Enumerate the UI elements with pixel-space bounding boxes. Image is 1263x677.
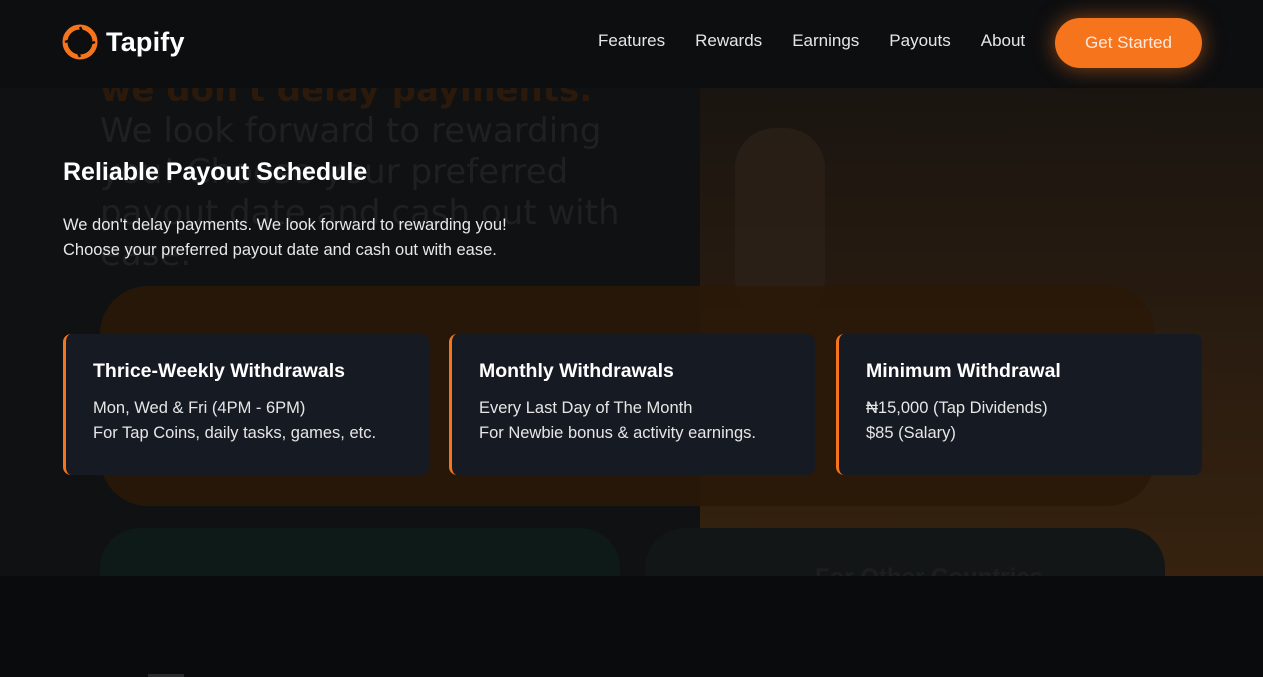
- card-line-dividends: ₦15,000 (Tap Dividends): [866, 399, 1048, 417]
- page: we don't delay payments. We look forward…: [0, 0, 1263, 677]
- card-body: Every Last Day of The Month For Newbie b…: [479, 396, 815, 446]
- site-header: Tapify Features Rewards Earnings Payouts…: [0, 0, 1263, 88]
- card-body: Mon, Wed & Fri (4PM - 6PM) For Tap Coins…: [93, 396, 429, 446]
- nav-link-features[interactable]: Features: [598, 31, 665, 51]
- payout-card-minimum: Minimum Withdrawal ₦15,000 (Tap Dividend…: [836, 334, 1202, 475]
- section-description: We don't delay payments. We look forward…: [63, 213, 507, 263]
- card-line-salary: $85 (Salary): [866, 424, 956, 442]
- card-line-scope: For Tap Coins, daily tasks, games, etc.: [93, 424, 377, 442]
- nav-link-earnings[interactable]: Earnings: [792, 31, 859, 51]
- card-line-schedule: Mon, Wed & Fri (4PM - 6PM): [93, 399, 306, 417]
- brand-name: Tapify: [106, 26, 185, 57]
- bottom-band: [0, 576, 1263, 677]
- nav-link-about[interactable]: About: [981, 31, 1025, 51]
- nav-link-rewards[interactable]: Rewards: [695, 31, 762, 51]
- card-title: Monthly Withdrawals: [479, 360, 674, 382]
- main-nav: Features Rewards Earnings Payouts About: [598, 31, 1055, 51]
- section-description-line-1: We don't delay payments. We look forward…: [63, 216, 507, 234]
- card-line-schedule: Every Last Day of The Month: [479, 399, 693, 417]
- background-card-left: [100, 528, 620, 576]
- get-started-button[interactable]: Get Started: [1055, 18, 1202, 68]
- card-title: Minimum Withdrawal: [866, 360, 1061, 382]
- logo[interactable]: Tapify: [62, 24, 185, 60]
- card-title: Thrice-Weekly Withdrawals: [93, 360, 345, 382]
- payout-card-monthly: Monthly Withdrawals Every Last Day of Th…: [449, 334, 815, 475]
- section-description-line-2: Choose your preferred payout date and ca…: [63, 241, 497, 259]
- nav-link-payouts[interactable]: Payouts: [889, 31, 950, 51]
- background-ghost-card-title: For Other Countries: [815, 564, 1043, 576]
- aperture-logo-icon: [62, 24, 98, 60]
- card-line-scope: For Newbie bonus & activity earnings.: [479, 424, 756, 442]
- card-body: ₦15,000 (Tap Dividends) $85 (Salary): [866, 396, 1202, 446]
- background-ghost-highlight: we don't delay payments.: [100, 88, 593, 110]
- payout-card-thrice-weekly: Thrice-Weekly Withdrawals Mon, Wed & Fri…: [63, 334, 429, 475]
- section-title: Reliable Payout Schedule: [63, 158, 368, 186]
